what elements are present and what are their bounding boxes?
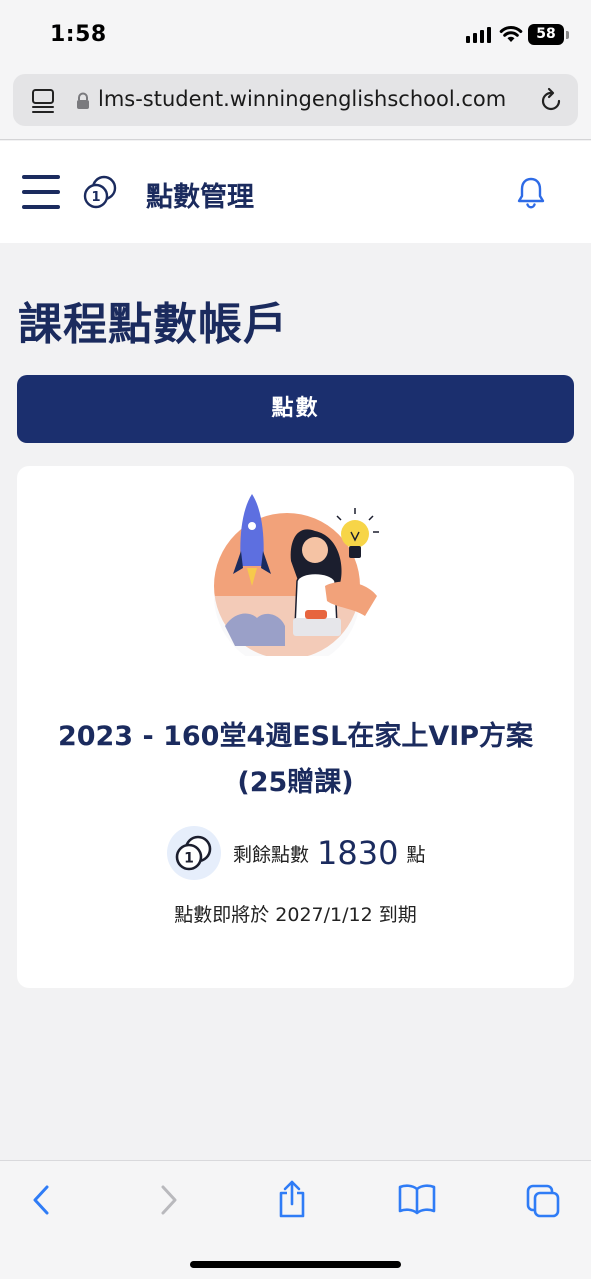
hamburger-icon[interactable] bbox=[22, 175, 60, 209]
status-bar: 1:58 58 bbox=[0, 0, 591, 70]
book-icon[interactable] bbox=[398, 1183, 436, 1215]
header-title: 點數管理 bbox=[146, 182, 254, 213]
wifi-icon bbox=[499, 26, 523, 42]
home-indicator bbox=[190, 1261, 401, 1268]
bell-icon[interactable] bbox=[515, 175, 547, 211]
reload-icon[interactable] bbox=[539, 87, 563, 113]
app-header: 1 點數管理 bbox=[0, 141, 591, 243]
points-label: 剩餘點數 bbox=[233, 843, 310, 866]
page-title: 課程點數帳戶 bbox=[18, 299, 288, 350]
plan-name: 2023 - 160堂4週ESL在家上VIP方案 (25贈課) bbox=[17, 714, 574, 806]
share-icon[interactable] bbox=[277, 1179, 307, 1219]
plan-name-line1: 2023 - 160堂4週ESL在家上VIP方案 bbox=[57, 721, 534, 752]
chevron-right-icon[interactable] bbox=[158, 1183, 180, 1217]
lock-icon bbox=[77, 92, 89, 109]
plan-name-line2: (25贈課) bbox=[237, 767, 354, 798]
plan-card: 2023 - 160堂4週ESL在家上VIP方案 (25贈課) 1 剩餘點數 1… bbox=[17, 466, 574, 988]
points-unit: 點 bbox=[406, 843, 426, 866]
points-row: 1 剩餘點數 1830 點 bbox=[167, 824, 425, 882]
chevron-left-icon[interactable] bbox=[30, 1183, 52, 1217]
svg-text:1: 1 bbox=[184, 851, 194, 867]
tab-points[interactable]: 點數 bbox=[17, 375, 574, 443]
battery-indicator: 58 bbox=[528, 24, 564, 45]
address-bar[interactable]: lms-student.winningenglishschool.com bbox=[13, 74, 578, 126]
battery-nub bbox=[566, 31, 569, 39]
svg-text:1: 1 bbox=[91, 190, 100, 205]
tabs-icon[interactable] bbox=[525, 1183, 561, 1219]
signal-icon bbox=[466, 27, 491, 43]
page-menu-icon[interactable] bbox=[31, 88, 55, 114]
rocket-launch-illustration bbox=[214, 494, 379, 656]
status-time: 1:58 bbox=[50, 22, 107, 47]
points-coin-icon: 1 bbox=[167, 826, 221, 880]
expiry-text: 點數即將於 2027/1/12 到期 bbox=[174, 904, 417, 926]
coin-icon: 1 bbox=[83, 175, 117, 209]
url-text[interactable]: lms-student.winningenglishschool.com bbox=[98, 87, 506, 111]
browser-address-area: lms-student.winningenglishschool.com bbox=[0, 70, 591, 140]
points-value: 1830 bbox=[317, 834, 399, 872]
